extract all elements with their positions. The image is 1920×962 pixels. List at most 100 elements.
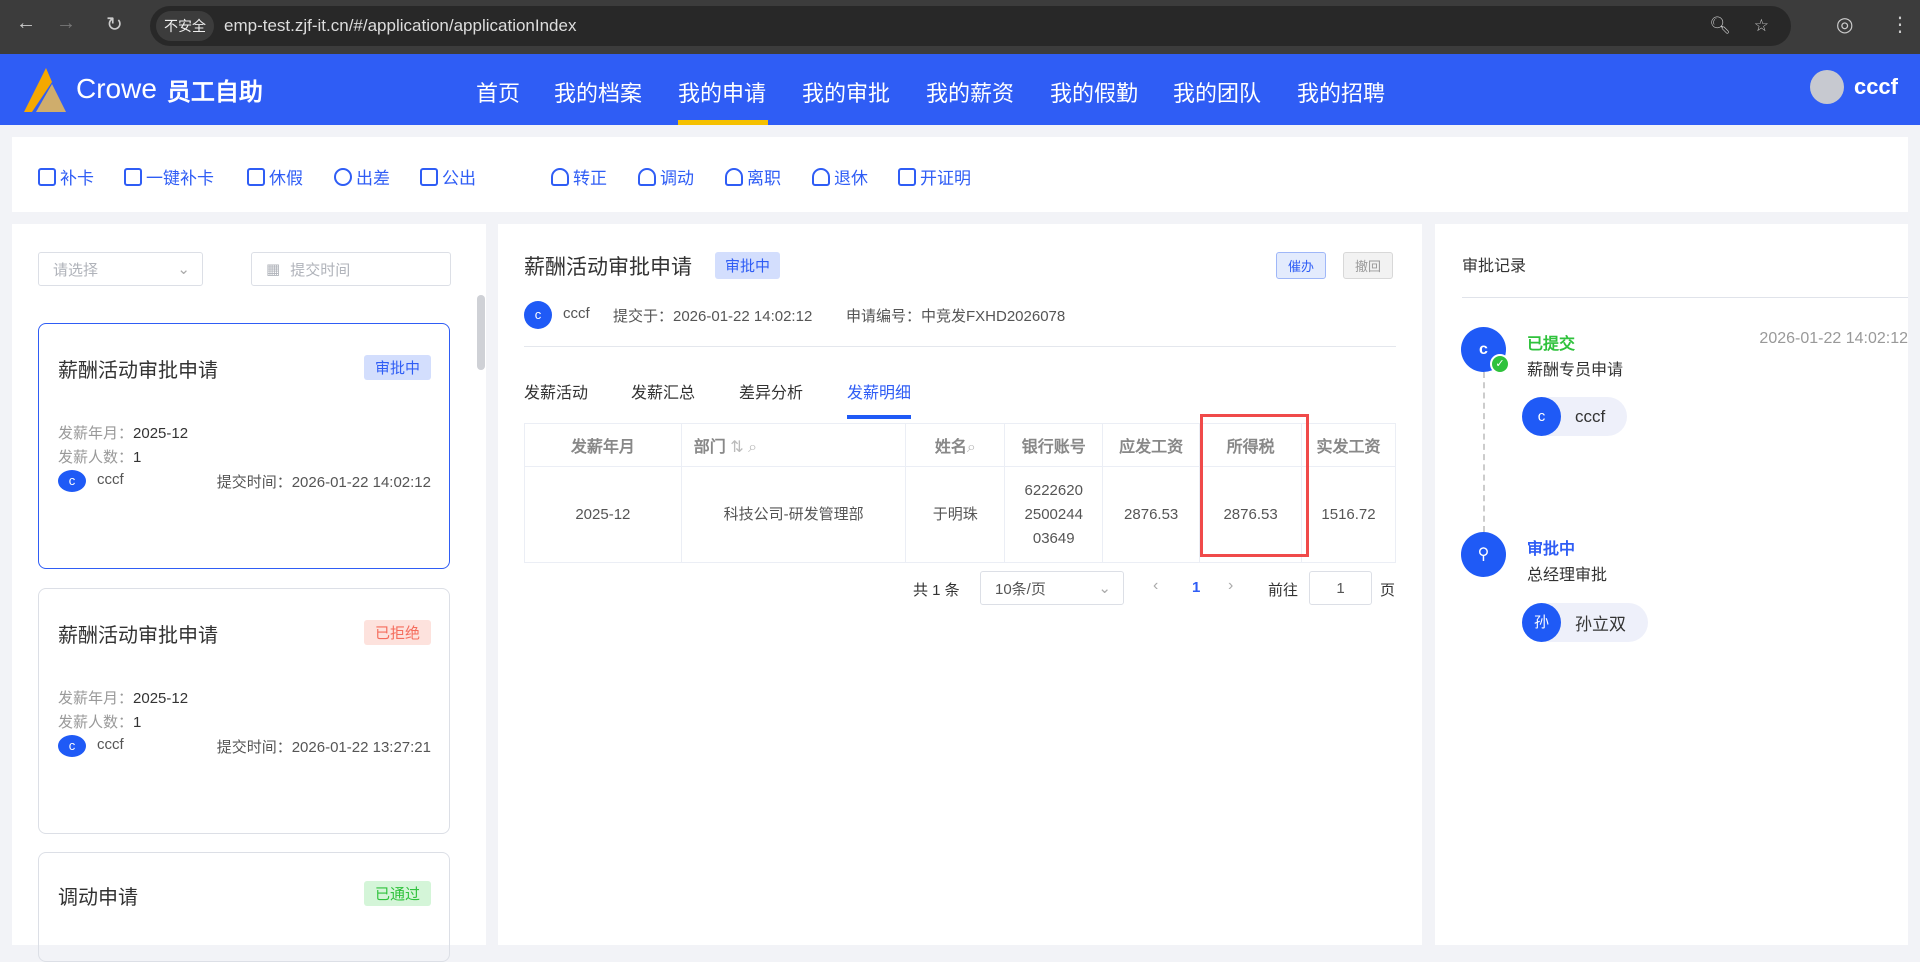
- forward-icon[interactable]: →: [56, 12, 76, 35]
- tab-activity[interactable]: 发薪活动: [524, 379, 588, 403]
- address-bar[interactable]: 不安全 emp-test.zjf-it.cn/#/application/app…: [150, 6, 1791, 46]
- pagination-total: 共 1 条: [913, 582, 960, 599]
- calendar-check-icon: [124, 167, 142, 186]
- avatar: [1809, 70, 1844, 104]
- highlight-box: [1200, 414, 1309, 557]
- nav-applications[interactable]: 我的申请: [678, 76, 766, 108]
- calendar-icon: ▦: [266, 261, 281, 278]
- user-name: cccf: [1853, 74, 1898, 99]
- avatar: c: [58, 735, 86, 757]
- action-batch-clock-in[interactable]: 一键补卡: [124, 164, 214, 189]
- avatar: c: [58, 470, 86, 492]
- menu-icon[interactable]: ⋮: [1890, 12, 1910, 37]
- user-icon: [812, 167, 830, 186]
- back-icon[interactable]: ←: [16, 12, 36, 35]
- status-badge: 审批中: [363, 355, 431, 380]
- applicant-name: cccf: [563, 305, 590, 322]
- action-business-trip[interactable]: 出差: [334, 164, 390, 189]
- records-title: 审批记录: [1462, 258, 1527, 275]
- detail-title: 薪酬活动审批申请: [524, 256, 692, 279]
- timeline-line: [1483, 372, 1485, 532]
- browser-chrome: ← → ↻ 不安全 emp-test.zjf-it.cn/#/applicati…: [0, 0, 1920, 54]
- nav-team[interactable]: 我的团队: [1173, 76, 1261, 108]
- tab-diff[interactable]: 差异分析: [739, 379, 803, 403]
- action-resign[interactable]: 离职: [725, 164, 781, 189]
- action-transfer[interactable]: 调动: [638, 164, 694, 189]
- nav-home[interactable]: 首页: [476, 76, 520, 108]
- application-card[interactable]: 调动申请 已通过: [38, 852, 450, 962]
- action-retire[interactable]: 退休: [812, 164, 868, 189]
- search-icon: ⌕: [966, 439, 976, 456]
- user-menu[interactable]: cccf: [1809, 70, 1898, 104]
- submitted-time: 提交于：2026-01-22 14:02:12: [613, 308, 813, 325]
- record-time: 2026-01-22 14:02:12: [1759, 330, 1908, 347]
- action-leave[interactable]: 休假: [247, 164, 303, 189]
- nav-salary[interactable]: 我的薪资: [926, 76, 1014, 108]
- reload-icon[interactable]: ↻: [106, 12, 123, 37]
- record-node: 总经理审批: [1527, 567, 1608, 584]
- user-icon: [551, 167, 569, 186]
- nav-recruit[interactable]: 我的招聘: [1297, 76, 1385, 108]
- action-regularization[interactable]: 转正: [551, 164, 607, 189]
- urge-button[interactable]: 催办: [1276, 252, 1327, 279]
- url-text: emp-test.zjf-it.cn/#/application/applica…: [224, 16, 577, 35]
- action-clock-in[interactable]: 补卡: [38, 164, 94, 189]
- stamp-icon: ⚲: [1461, 532, 1506, 577]
- sort-icon: ⇅ ⌕: [730, 439, 758, 456]
- star-icon[interactable]: ☆: [1754, 16, 1769, 36]
- divider: [1462, 297, 1908, 298]
- logo[interactable]: Crowe 员工自助: [22, 66, 263, 112]
- crowe-logo-icon: [24, 68, 66, 112]
- clipboard-icon: [898, 167, 916, 186]
- calendar-icon: [247, 167, 265, 186]
- user-icon: [725, 167, 743, 186]
- application-card[interactable]: 薪酬活动审批申请 审批中 发薪年月：2025-12 发薪人数：1 c cccf …: [38, 323, 450, 569]
- approval-records: 审批记录 c ✓ 已提交 2026-01-22 14:02:12 薪酬专员申请 …: [1435, 224, 1908, 945]
- action-official-out[interactable]: 公出: [420, 164, 476, 189]
- app-name: 员工自助: [166, 78, 263, 106]
- approver-chip: 孙孙立双: [1522, 603, 1648, 642]
- chevron-down-icon: ⌄: [1098, 580, 1111, 597]
- approver-chip: c cccf: [1522, 397, 1628, 436]
- status-badge: 已通过: [363, 881, 431, 906]
- application-code: 申请编号：中竞发FXHD2026078: [846, 308, 1066, 325]
- divider: [524, 346, 1396, 347]
- profile-icon[interactable]: ◎: [1836, 12, 1853, 37]
- top-header: Crowe 员工自助 首页 我的档案 我的申请 我的审批 我的薪资 我的假勤 我…: [0, 54, 1920, 125]
- application-card[interactable]: 薪酬活动审批申请 已拒绝 发薪年月：2025-12 发薪人数：1 c cccf …: [38, 588, 450, 834]
- page-size-select[interactable]: 10条/页 ⌄: [980, 571, 1124, 605]
- prev-page-icon[interactable]: ‹: [1153, 577, 1158, 595]
- brand-name: Crowe: [76, 73, 157, 104]
- withdraw-button[interactable]: 撤回: [1343, 252, 1394, 279]
- record-node: 薪酬专员申请: [1527, 362, 1624, 379]
- tab-detail[interactable]: 发薪明细: [847, 379, 911, 403]
- goto-page-input[interactable]: 1: [1309, 571, 1372, 605]
- page-number[interactable]: 1: [1192, 579, 1200, 596]
- calendar-check-icon: [38, 167, 56, 186]
- nav-profile[interactable]: 我的档案: [554, 76, 642, 108]
- type-select[interactable]: 请选择 ⌄: [38, 252, 203, 286]
- nav-active-indicator: [678, 120, 768, 125]
- date-filter-input[interactable]: ▦ 提交时间: [251, 252, 451, 286]
- scrollbar[interactable]: [477, 295, 485, 370]
- insecure-badge[interactable]: 不安全: [156, 11, 214, 41]
- briefcase-icon: [420, 167, 438, 186]
- chevron-down-icon: ⌄: [177, 261, 190, 278]
- next-page-icon[interactable]: ›: [1228, 577, 1233, 595]
- record-status: 审批中: [1527, 541, 1576, 558]
- check-icon: ✓: [1490, 354, 1510, 374]
- zoom-icon[interactable]: 🔍︎: [1709, 16, 1731, 36]
- avatar: c: [524, 301, 552, 329]
- quick-actions: 补卡 一键补卡 休假 出差 公出 转正 调动 离职 退休 开证明: [12, 137, 1908, 212]
- nav-leave[interactable]: 我的假勤: [1050, 76, 1138, 108]
- tab-indicator: [847, 415, 911, 419]
- tab-summary[interactable]: 发薪汇总: [631, 379, 695, 403]
- action-certificate[interactable]: 开证明: [898, 164, 971, 189]
- status-badge: 已拒绝: [363, 620, 431, 645]
- user-icon: [638, 167, 656, 186]
- application-detail: 薪酬活动审批申请 审批中 催办 撤回 c cccf 提交于：2026-01-22…: [498, 224, 1422, 945]
- nav-approvals[interactable]: 我的审批: [802, 76, 890, 108]
- status-badge: 审批中: [715, 252, 781, 279]
- record-status: 已提交: [1527, 336, 1576, 353]
- heart-icon: [334, 167, 352, 186]
